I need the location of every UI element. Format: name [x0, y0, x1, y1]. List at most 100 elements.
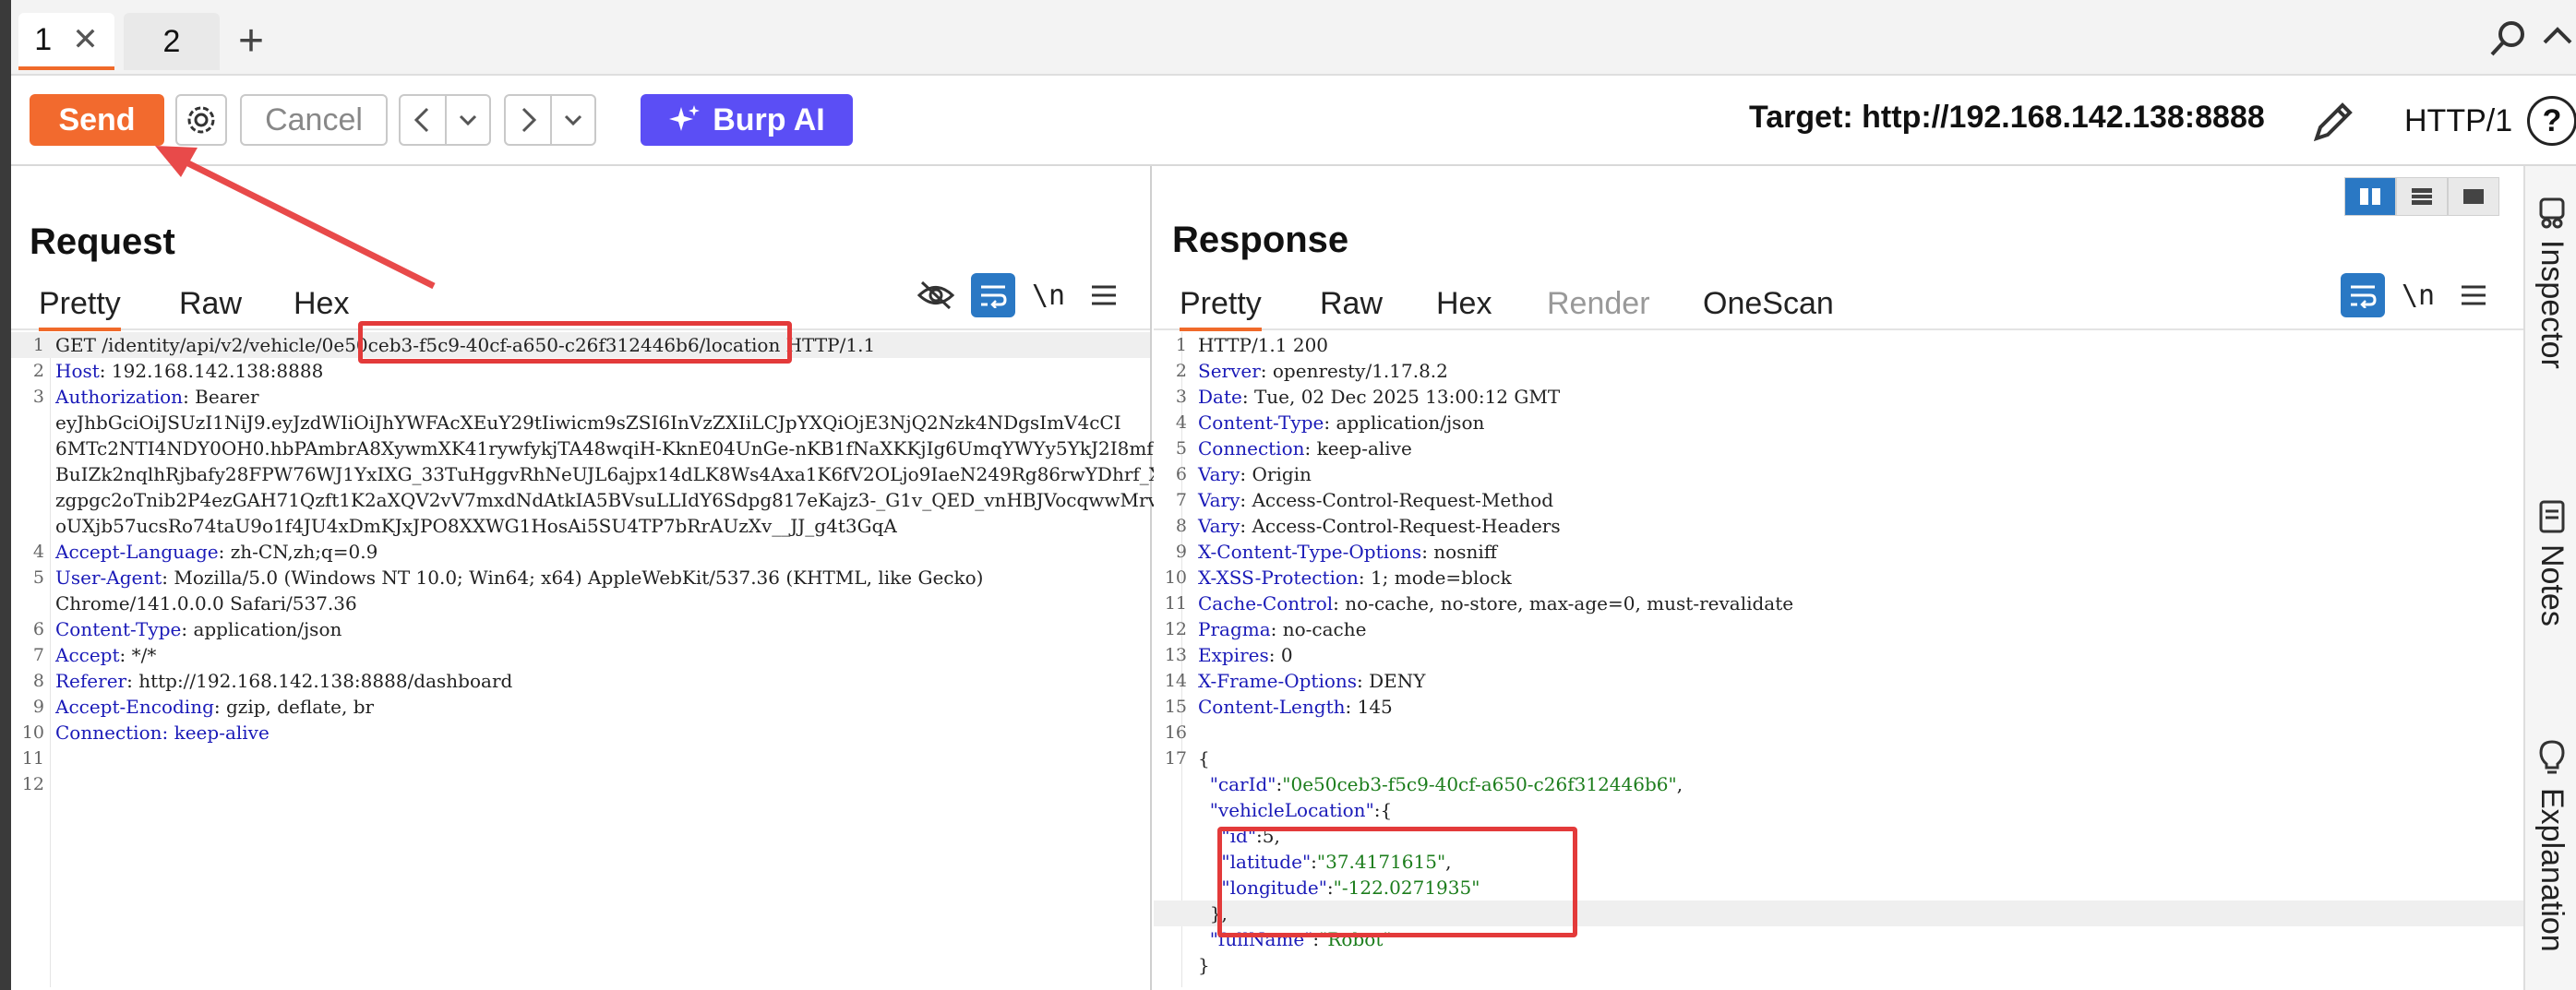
- code-text: Expires: 0: [1198, 642, 1293, 668]
- code-line[interactable]: 14 X-Frame-Options: DENY: [1154, 668, 2523, 694]
- back-history-dropdown[interactable]: [445, 96, 489, 144]
- code-token: Referer: [55, 670, 127, 692]
- code-token: "vehicleLocation": [1198, 799, 1374, 821]
- search-icon[interactable]: [2487, 18, 2528, 59]
- edit-target-icon[interactable]: [2307, 96, 2359, 148]
- code-line[interactable]: 9 Accept-Encoding: gzip, deflate, br: [11, 694, 1150, 720]
- code-line[interactable]: 7 Accept: */*: [11, 642, 1150, 668]
- tab-hex[interactable]: Hex: [1436, 286, 1492, 322]
- code-text: Connection: keep-alive: [1198, 435, 1412, 461]
- show-newlines-toggle[interactable]: \n: [1026, 273, 1071, 317]
- tab-pretty[interactable]: Pretty: [1180, 286, 1262, 331]
- split-vertical-layout-button[interactable]: [2396, 177, 2448, 216]
- code-line[interactable]: "vehicleLocation":{: [1154, 797, 2523, 823]
- tabbed-layout-button[interactable]: [2448, 177, 2499, 216]
- code-token: Host: [55, 360, 100, 382]
- burp-ai-button[interactable]: Burp AI: [641, 94, 853, 146]
- split-horizontal-layout-button[interactable]: [2344, 177, 2396, 216]
- code-line[interactable]: 11: [11, 745, 1150, 771]
- forward-nav-group: [504, 94, 596, 146]
- code-text: {: [1198, 745, 1210, 771]
- code-text: Content-Length: 145: [1198, 694, 1393, 720]
- code-text: Accept-Language: zh-CN,zh;q=0.9: [55, 539, 377, 565]
- send-button[interactable]: Send: [30, 94, 164, 146]
- code-text: Authorization: Bearer: [55, 384, 259, 410]
- code-line[interactable]: 10 X-XSS-Protection: 1; mode=block: [1154, 565, 2523, 590]
- code-line[interactable]: 17 {: [1154, 745, 2523, 771]
- menu-icon[interactable]: [1082, 273, 1126, 317]
- inspector-sidebar: Inspector Notes Explanation: [2523, 166, 2576, 990]
- forward-history-dropdown[interactable]: [550, 96, 594, 144]
- tab-onescan[interactable]: OneScan: [1703, 286, 1834, 322]
- code-line[interactable]: 10 Connection: keep-alive: [11, 720, 1150, 745]
- eye-slash-icon: [917, 280, 955, 310]
- word-wrap-toggle[interactable]: [2341, 273, 2385, 317]
- tab-raw[interactable]: Raw: [179, 286, 242, 322]
- code-line[interactable]: eyJhbGciOiJSUzI1NiJ9.eyJzdWIiOiJhYWFAcXE…: [11, 410, 1150, 435]
- hide-non-printable-button[interactable]: [914, 273, 958, 317]
- help-icon[interactable]: ?: [2527, 96, 2576, 146]
- code-line[interactable]: 4 Accept-Language: zh-CN,zh;q=0.9: [11, 539, 1150, 565]
- http-version-selector[interactable]: HTTP/1: [2404, 103, 2512, 139]
- line-number: 5: [32, 567, 44, 588]
- code-line[interactable]: 11 Cache-Control: no-cache, no-store, max…: [1154, 590, 2523, 616]
- add-tab-icon[interactable]: +: [238, 13, 264, 70]
- show-newlines-toggle[interactable]: \n: [2396, 273, 2440, 317]
- code-line[interactable]: 6MTc2NTI4NDY0OH0.hbPAmbrA8XywmXK41rywfyk…: [11, 435, 1210, 461]
- code-line[interactable]: Chrome/141.0.0.0 Safari/537.36: [11, 590, 1150, 616]
- request-editor[interactable]: 1 GET /identity/api/v2/vehicle/0e50ceb3-f…: [11, 332, 1210, 797]
- code-line[interactable]: 12: [11, 771, 1150, 797]
- tab-label: 2: [162, 23, 181, 59]
- cancel-button[interactable]: Cancel: [240, 94, 388, 146]
- code-line[interactable]: zgpgc2oTnib2P4ezGAH71Qzft1K2aXQV2vV7mxdN…: [11, 487, 1181, 513]
- code-line[interactable]: oUXjb57ucsRo74taU9o1f4JU4xDmKJxJPO8XXWG1…: [11, 513, 1150, 539]
- code-line[interactable]: 9 X-Content-Type-Options: nosniff: [1154, 539, 2523, 565]
- code-line[interactable]: 12 Pragma: no-cache: [1154, 616, 2523, 642]
- code-line[interactable]: 5 User-Agent: Mozilla/5.0 (Windows NT 10.…: [11, 565, 1150, 590]
- code-token: {: [1198, 747, 1210, 769]
- code-line[interactable]: 1 HTTP/1.1 200: [1154, 332, 2523, 358]
- tab-render[interactable]: Render: [1547, 286, 1650, 322]
- sidebar-item-inspector[interactable]: Inspector: [2525, 194, 2576, 369]
- code-line[interactable]: 5 Connection: keep-alive: [1154, 435, 2523, 461]
- chevron-up-icon[interactable]: [2540, 18, 2575, 54]
- code-line[interactable]: 8 Vary: Access-Control-Request-Headers: [1154, 513, 2523, 539]
- code-token: HTTP/1.1 200: [1198, 334, 1329, 356]
- code-line[interactable]: }: [1154, 952, 2523, 978]
- line-number: 10: [21, 722, 44, 743]
- code-line[interactable]: 4 Content-Type: application/json: [1154, 410, 2523, 435]
- menu-icon[interactable]: [2451, 273, 2496, 317]
- word-wrap-toggle[interactable]: [971, 273, 1015, 317]
- close-icon[interactable]: ✕: [72, 21, 99, 58]
- repeater-tab-1[interactable]: 1 ✕: [18, 13, 114, 70]
- tab-pretty[interactable]: Pretty: [39, 286, 121, 331]
- forward-button[interactable]: [506, 96, 550, 144]
- code-line[interactable]: 8 Referer: http://192.168.142.138:8888/da…: [11, 668, 1150, 694]
- code-line[interactable]: 3 Date: Tue, 02 Dec 2025 13:00:12 GMT: [1154, 384, 2523, 410]
- code-line[interactable]: 3 Authorization: Bearer: [11, 384, 1150, 410]
- back-button[interactable]: [401, 96, 445, 144]
- line-number: 14: [1164, 671, 1187, 691]
- code-line[interactable]: 6 Content-Type: application/json: [11, 616, 1150, 642]
- tab-hex[interactable]: Hex: [294, 286, 349, 322]
- sidebar-item-notes[interactable]: Notes: [2525, 498, 2576, 626]
- sidebar-label: Notes: [2534, 544, 2570, 626]
- code-line[interactable]: 6 Vary: Origin: [1154, 461, 2523, 487]
- sparkle-icon: [669, 105, 701, 131]
- code-line[interactable]: "carId":"0e50ceb3-f5c9-40cf-a650-c26f312…: [1154, 771, 2523, 797]
- tab-raw[interactable]: Raw: [1320, 286, 1383, 322]
- code-line[interactable]: BuIZk2nqlhRjbafy28FPW76WJ1YxIXG_33TuHggv…: [11, 461, 1177, 487]
- code-line[interactable]: 13 Expires: 0: [1154, 642, 2523, 668]
- code-text: X-Frame-Options: DENY: [1198, 668, 1425, 694]
- code-token: : no-cache, no-store, max-age=0, must-re…: [1333, 592, 1794, 614]
- code-line[interactable]: 15 Content-Length: 145: [1154, 694, 2523, 720]
- settings-button[interactable]: [175, 94, 227, 146]
- sidebar-item-explanation[interactable]: Explanation: [2525, 738, 2576, 952]
- code-token: "0e50ceb3-f5c9-40cf-a650-c26f312446b6": [1282, 773, 1677, 795]
- code-line[interactable]: 7 Vary: Access-Control-Request-Method: [1154, 487, 2523, 513]
- code-line[interactable]: 2 Server: openresty/1.17.8.2: [1154, 358, 2523, 384]
- line-number: 1: [1175, 335, 1187, 355]
- code-token: : application/json: [181, 618, 342, 640]
- repeater-tab-2[interactable]: 2: [124, 13, 220, 70]
- code-line[interactable]: 16: [1154, 720, 2523, 745]
